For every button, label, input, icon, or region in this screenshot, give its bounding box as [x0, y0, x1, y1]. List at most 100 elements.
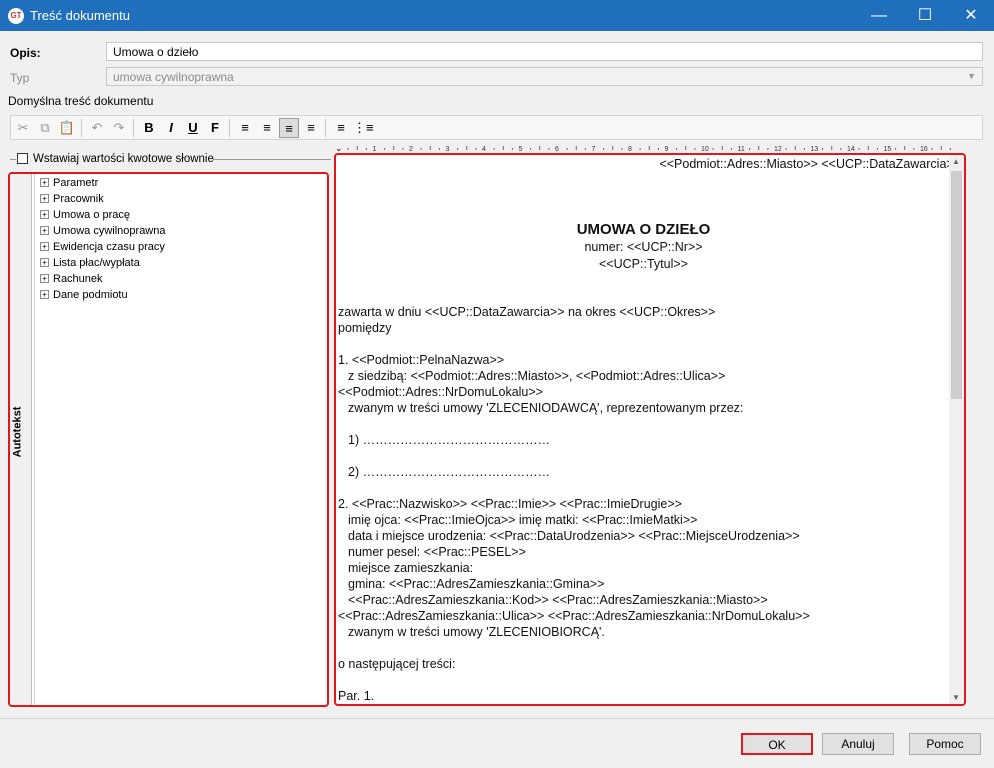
tree-item-label: Ewidencja czasu pracy: [53, 241, 165, 253]
cut-icon[interactable]: ✂: [13, 118, 33, 138]
app-icon: GT: [8, 8, 24, 24]
ruler-label: 11: [738, 146, 745, 153]
typ-select[interactable]: umowa cywilnoprawna ▼: [106, 67, 983, 86]
ruler-label: 12: [774, 146, 782, 153]
doc-line: <<Podmiot::Adres::NrDomuLokalu>>: [338, 385, 543, 399]
tree-item-umowa-o-prace[interactable]: + Umowa o pracę: [40, 207, 130, 223]
numbered-list-icon[interactable]: ≡: [331, 118, 351, 138]
redo-icon[interactable]: ↷: [109, 118, 129, 138]
tree-item-umowa-cywilnoprawna[interactable]: + Umowa cywilnoprawna: [40, 223, 166, 239]
align-left-icon[interactable]: ≡: [235, 118, 255, 138]
doc-line: numer pesel: <<Prac::PESEL>>: [348, 545, 526, 559]
expand-icon[interactable]: +: [40, 209, 49, 219]
toolbar-separator: [229, 119, 230, 137]
scroll-up-icon[interactable]: ▲: [952, 157, 960, 166]
tree-item-label: Pracownik: [53, 193, 104, 205]
doc-header-right: <<Podmiot::Adres::Miasto>> <<UCP::DataZa…: [659, 157, 961, 171]
divider-line: [213, 159, 331, 160]
ruler-label: 5: [519, 146, 523, 153]
align-center-icon[interactable]: ≡: [257, 118, 277, 138]
formatting-toolbar: ✂ ⧉ 📋 ↶ ↷ B I U F ≡ ≡ ≡ ≡ ≡ ⋮≡: [10, 115, 983, 140]
expand-icon[interactable]: +: [40, 225, 49, 235]
bullet-list-icon[interactable]: ⋮≡: [353, 118, 374, 138]
italic-button[interactable]: I: [161, 118, 181, 138]
expand-icon[interactable]: +: [40, 241, 49, 251]
doc-line: zwanym w treści umowy 'ZLECENIODAWCĄ', r…: [348, 401, 744, 415]
toolbar-separator: [81, 119, 82, 137]
toolbar-separator: [133, 119, 134, 137]
align-right-icon[interactable]: ≡: [279, 118, 299, 138]
typ-label: Typ: [10, 71, 30, 85]
tree-item-label: Rachunek: [53, 273, 103, 285]
doc-line: gmina: <<Prac::AdresZamieszkania::Gmina>…: [348, 577, 605, 591]
ruler-label: 2: [409, 146, 413, 153]
tree-item-rachunek[interactable]: + Rachunek: [40, 271, 103, 287]
help-button[interactable]: Pomoc: [909, 733, 981, 755]
cancel-button[interactable]: Anuluj: [822, 733, 894, 755]
opis-label: Opis:: [10, 46, 41, 60]
ok-button[interactable]: OK: [741, 733, 813, 755]
align-justify-icon[interactable]: ≡: [301, 118, 321, 138]
default-content-label: Domyślna treść dokumentu: [8, 94, 154, 108]
expand-icon[interactable]: +: [40, 177, 49, 187]
tree-item-dane-podmiotu[interactable]: + Dane podmiotu: [40, 287, 128, 303]
tree-item-label: Umowa o pracę: [53, 209, 131, 221]
doc-line: 2. <<Prac::Nazwisko>> <<Prac::Imie>> <<P…: [338, 497, 682, 511]
font-button[interactable]: F: [205, 118, 225, 138]
doc-line: Par. 1.: [338, 689, 375, 703]
tree-item-label: Parametr: [53, 177, 99, 189]
doc-line: <<Prac::AdresZamieszkania::Ulica>> <<Pra…: [338, 609, 810, 623]
slownie-checkbox-row: Wstawiaj wartości kwotowe słownie: [10, 152, 331, 168]
title-bar: GT Treść dokumentu — ☐ ✕: [0, 0, 994, 31]
ruler-label: 8: [628, 146, 632, 153]
ruler-label: 15: [884, 146, 892, 153]
tree-item-ewidencja[interactable]: + Ewidencja czasu pracy: [40, 239, 165, 255]
doc-line: imię ojca: <<Prac::ImieOjca>> imię matki…: [348, 513, 698, 527]
autotext-tab-label: Autotekst: [11, 406, 24, 458]
doc-line: zawarta w dniu <<UCP::DataZawarcia>> na …: [338, 305, 716, 319]
ruler-label: 9: [665, 146, 669, 153]
autotext-tab[interactable]: Autotekst: [10, 174, 32, 705]
tree-item-lista-plac[interactable]: + Lista płac/wypłata: [40, 255, 140, 271]
slownie-checkbox-label[interactable]: Wstawiaj wartości kwotowe słownie: [33, 153, 214, 165]
doc-line: 1) ………………………………………: [348, 433, 551, 447]
doc-line: <<Prac::AdresZamieszkania::Kod>> <<Prac:…: [348, 593, 768, 607]
toolbar-separator: [325, 119, 326, 137]
ruler-label: 13: [811, 146, 819, 153]
close-icon[interactable]: ✕: [948, 0, 994, 31]
paste-icon[interactable]: 📋: [57, 118, 77, 138]
tree-item-label: Lista płac/wypłata: [53, 257, 140, 269]
ruler-label: 6: [555, 146, 559, 153]
document-editor[interactable]: <<Podmiot::Adres::Miasto>> <<UCP::DataZa…: [334, 153, 966, 706]
expand-icon[interactable]: +: [40, 273, 49, 283]
scrollbar-thumb[interactable]: [951, 171, 962, 399]
doc-line: data i miejsce urodzenia: <<Prac::DataUr…: [348, 529, 800, 543]
tree-item-parametr[interactable]: + Parametr: [40, 175, 98, 191]
left-indent-marker[interactable]: ⌄: [335, 143, 343, 153]
expand-icon[interactable]: +: [40, 289, 49, 299]
scroll-down-icon[interactable]: ▼: [952, 693, 960, 702]
minimize-icon[interactable]: —: [856, 0, 902, 31]
opis-input[interactable]: Umowa o dzieło: [106, 42, 983, 61]
autotext-panel: Autotekst + Parametr + Pracownik + Umowa o …: [8, 172, 329, 707]
vertical-scrollbar[interactable]: ▲ ▼: [949, 155, 964, 704]
doc-line: zwanym w treści umowy 'ZLECENIOBIORCĄ'.: [348, 625, 605, 639]
doc-title: UMOWA O DZIEŁO: [576, 221, 711, 238]
expand-icon[interactable]: +: [40, 257, 49, 267]
underline-button[interactable]: U: [183, 118, 203, 138]
slownie-checkbox[interactable]: [17, 153, 28, 164]
undo-icon[interactable]: ↶: [87, 118, 107, 138]
doc-subtitle: <<UCP::Tytul>>: [599, 257, 688, 271]
tree-item-pracownik[interactable]: + Pracownik: [40, 191, 104, 207]
ruler-label: 1: [373, 146, 377, 153]
chevron-down-icon: ▼: [967, 71, 976, 81]
copy-icon[interactable]: ⧉: [35, 118, 55, 138]
maximize-icon[interactable]: ☐: [902, 0, 948, 31]
doc-line: z siedzibą: <<Podmiot::Adres::Miasto>>, …: [348, 369, 726, 383]
doc-number: numer: <<UCP::Nr>>: [584, 240, 703, 254]
ruler-label: 14: [847, 146, 855, 153]
doc-line: 2) ………………………………………: [348, 465, 551, 479]
expand-icon[interactable]: +: [40, 193, 49, 203]
doc-line: o następującej treści:: [338, 657, 456, 671]
bold-button[interactable]: B: [139, 118, 159, 138]
